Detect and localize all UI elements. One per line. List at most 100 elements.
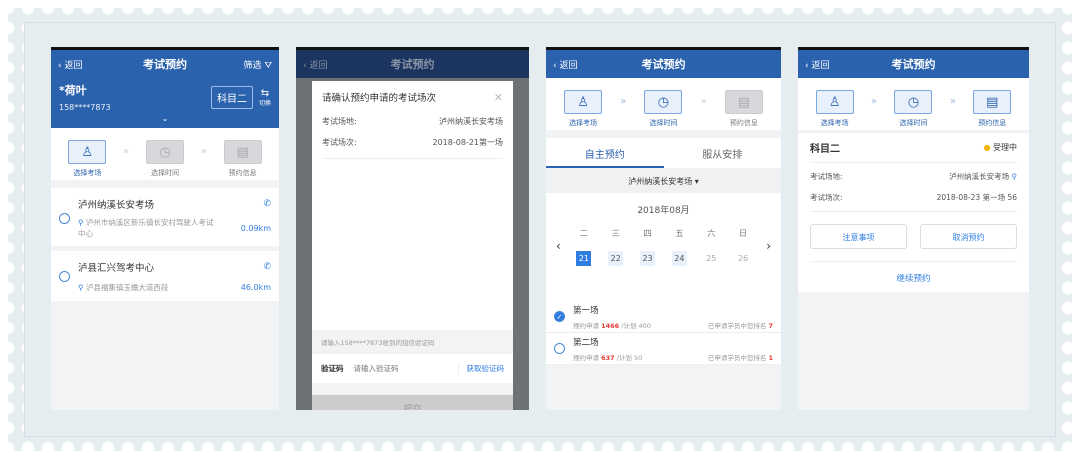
clock-status-icon: ● (983, 143, 991, 152)
rank-value: 7 (768, 321, 773, 330)
step-select-venue: ♙ 选择考场 (558, 90, 608, 128)
date-cell[interactable]: 23 (640, 251, 656, 266)
back-button[interactable]: ‹ 返回 (303, 58, 327, 71)
session-value: 2018-08-23 第一场 56 (936, 193, 1017, 202)
venue-name: 泸州纳溪长安考场 (78, 200, 155, 211)
expand-chevron-icon[interactable]: ⌄ (51, 114, 279, 123)
step-booking-info: ▤ 预约信息 (218, 140, 268, 178)
venue-list-item[interactable]: 泸县汇兴驾考中心 ✆ ⚲ 泸县福集镇玉蟾大道西段 46.0km (51, 251, 279, 301)
location-pin-icon: ⚲ (78, 218, 84, 227)
code-input[interactable] (353, 364, 458, 373)
venue-dropdown[interactable]: 泸州纳溪长安考场 ▾ (546, 168, 781, 193)
switch-label: 切换 (258, 99, 271, 107)
rank-label: 已申请学员中您排名 (707, 353, 767, 362)
user-icon: ♙ (815, 90, 854, 114)
step-label: 选择时间 (899, 119, 928, 127)
double-chevron-icon: » (123, 146, 130, 157)
user-phone: 158****7873 (59, 103, 111, 112)
screen-select-time: ‹ 返回 考试预约 ♙ 选择考场 » ◷ 选择时间 » ▤ 预约信息 自主预约 服从安… (546, 47, 781, 410)
phone-icon[interactable]: ✆ (263, 262, 271, 272)
prev-week-icon[interactable]: ‹ (556, 239, 561, 253)
continue-booking-link[interactable]: 继续预约 (810, 262, 1017, 292)
venue-radio[interactable] (59, 270, 70, 282)
page-title: 考试预约 (891, 58, 936, 71)
step-booking-info: ▤ 预约信息 (719, 90, 769, 128)
step-label: 预约信息 (729, 119, 758, 127)
session-label: 考试场次: (810, 193, 843, 202)
location-pin-icon[interactable]: ⚲ (1012, 172, 1018, 181)
date-cell[interactable]: 21 (576, 251, 592, 266)
venue-list-item[interactable]: 泸州纳溪长安考场 ✆ ⚲ 泸州市纳溪区新乐镇长安村驾驶人考试中心 0.09km (51, 188, 279, 246)
page-title: 考试预约 (641, 58, 686, 71)
date-cell[interactable]: 22 (608, 251, 624, 266)
step-select-time: ◷ 选择时间 (888, 90, 938, 128)
document-search-icon: ▤ (724, 90, 763, 114)
step-booking-info: ▤ 预约信息 (967, 90, 1017, 128)
venue-distance: 46.0km (240, 282, 271, 292)
subject-title: 科目二 (810, 144, 840, 155)
step-label: 预约信息 (978, 119, 1007, 127)
next-week-icon[interactable]: › (766, 239, 771, 253)
filter-button[interactable]: 筛选 ⛛ (244, 58, 272, 71)
session-name: 第二场 (573, 337, 599, 348)
rank-value: 1 (768, 353, 773, 362)
date-cell[interactable]: 26 (736, 251, 751, 266)
back-button[interactable]: ‹ 返回 (553, 58, 577, 71)
clock-icon: ◷ (146, 140, 184, 164)
double-chevron-icon: » (700, 96, 707, 107)
back-label: 返回 (811, 60, 830, 71)
location-pin-icon: ⚲ (78, 282, 84, 292)
back-label: 返回 (559, 60, 578, 71)
session-item[interactable]: 第二场 预约申请 637 /计划 50 已申请学员中您排名 1 (546, 333, 781, 365)
venue-distance: 0.09km (240, 223, 271, 233)
checked-radio-icon[interactable]: ✓ (554, 311, 565, 322)
subject-selector[interactable]: 科目二 (210, 85, 253, 109)
step-label: 选择时间 (151, 169, 179, 177)
step-label: 选择考场 (73, 169, 102, 177)
user-name: *荷叶 (59, 84, 87, 97)
screen-select-venue: ‹ 返回 考试预约 筛选 ⛛ *荷叶 158****7873 科目二 ⇆ 切换 ⌄… (51, 47, 279, 410)
back-button[interactable]: ‹ 返回 (805, 58, 829, 71)
session-radio[interactable] (554, 343, 565, 354)
switch-button[interactable]: ⇆ 切换 (259, 87, 271, 108)
page-title: 考试预约 (390, 58, 435, 71)
weekday-label: 二 (579, 229, 588, 238)
weekday-label: 三 (611, 229, 620, 238)
close-icon[interactable]: ✕ (494, 91, 503, 104)
applied-label: 预约申请 (573, 321, 599, 330)
submit-button[interactable]: 提交 (312, 395, 513, 410)
filter-label: 筛选 (243, 60, 262, 71)
user-icon: ♙ (68, 140, 107, 164)
notice-button[interactable]: 注意事项 (810, 224, 907, 249)
status-badge: 受理中 (993, 143, 1017, 152)
venue-radio[interactable] (59, 212, 70, 224)
phone-icon[interactable]: ✆ (263, 199, 271, 209)
document-search-icon: ▤ (223, 140, 262, 164)
sms-hint: 请输入158****7873收到的短信验证码 (312, 330, 513, 354)
step-label: 选择考场 (820, 119, 849, 127)
caret-down-icon: ▾ (694, 177, 699, 186)
month-label: 2018年08月 (637, 206, 690, 216)
tab-self-booking[interactable]: 自主预约 (546, 138, 664, 168)
venue-label: 考试场地: (322, 117, 357, 126)
date-cell[interactable]: 25 (704, 251, 719, 266)
double-chevron-icon: » (949, 96, 956, 107)
screen-confirm-dialog: ‹ 返回 考试预约 请确认预约申请的考试场次 ✕ 考试场地: 泸州纳溪长安考场 考… (296, 47, 529, 410)
back-button[interactable]: ‹ 返回 (58, 58, 82, 71)
date-cell[interactable]: 24 (671, 251, 687, 266)
session-item[interactable]: ✓ 第一场 预约申请 1466 /计划 400 已申请学员中您排名 7 (546, 301, 781, 333)
clock-icon: ◷ (644, 90, 683, 114)
code-label: 验证码 (321, 364, 344, 373)
weekday-label: 日 (739, 229, 748, 238)
venue-label: 考试场地: (810, 172, 843, 181)
modal-title: 请确认预约申请的考试场次 (322, 93, 437, 104)
get-code-button[interactable]: 获取验证码 (457, 363, 504, 374)
step-label: 选择考场 (569, 119, 598, 127)
user-icon: ♙ (564, 90, 603, 114)
document-search-icon: ▤ (973, 90, 1012, 114)
session-name: 第一场 (573, 305, 599, 316)
venue-name: 泸县汇兴驾考中心 (78, 262, 155, 274)
tab-assigned[interactable]: 服从安排 (664, 138, 782, 168)
cancel-booking-button[interactable]: 取消预约 (920, 224, 1017, 249)
venue-value: 泸州纳溪长安考场 (439, 117, 503, 126)
